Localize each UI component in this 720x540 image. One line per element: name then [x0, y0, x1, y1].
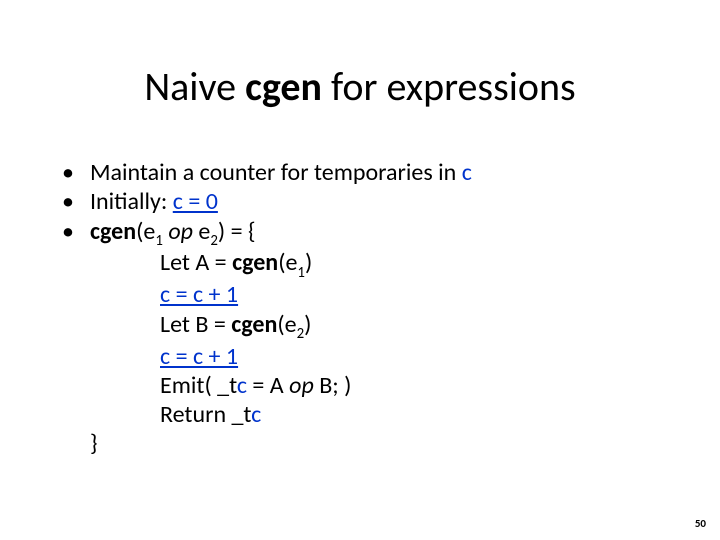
line-let-a: Let A = cgen(e1): [62, 248, 662, 280]
l1-rp: ): [305, 248, 312, 277]
bullet-1: • Maintain a counter for temporaries in …: [62, 158, 662, 187]
l1-s1: 1: [297, 263, 305, 281]
slide: Naive cgen for expressions • Maintain a …: [0, 0, 720, 540]
b3-rp: ) = {: [218, 217, 256, 246]
title-bold: cgen: [245, 62, 322, 111]
b3-sp2: e: [193, 217, 210, 246]
l6-pre: Return _t: [160, 400, 251, 429]
title-pre: Naive: [144, 62, 245, 111]
b3-cgen: cgen: [90, 217, 136, 246]
slide-body: • Maintain a counter for temporaries in …: [62, 158, 662, 459]
line-inc-1: c = c + 1: [62, 280, 662, 309]
l3-pre: Let B =: [160, 310, 231, 339]
l3-s2: 2: [297, 324, 305, 342]
b3-s1: 1: [155, 231, 163, 249]
bullet-dot: •: [62, 187, 74, 216]
b1-pre: Maintain a counter for temporaries in: [90, 158, 462, 187]
l3-cgen: cgen: [231, 310, 277, 339]
l1-pre: Let A =: [160, 248, 232, 277]
bullet-2: • Initially: c = 0: [62, 187, 662, 216]
l5-pre: Emit( _t: [160, 371, 237, 400]
b3-s2: 2: [210, 231, 218, 249]
l3-lp: (e: [277, 310, 296, 339]
bullet-3: • cgen(e1 op e2) = {: [62, 217, 662, 249]
l5-post: B; ): [314, 371, 352, 400]
l5-mid: = A: [247, 371, 289, 400]
l1-cgen: cgen: [232, 248, 278, 277]
l5-op: op: [289, 371, 314, 400]
b1-c: c: [462, 158, 472, 187]
bullet-dot: •: [62, 217, 74, 246]
l3-rp: ): [304, 310, 311, 339]
b3-op: op: [168, 217, 193, 246]
b2-eq: c = 0: [173, 187, 218, 216]
l6-c: c: [251, 400, 261, 429]
l2-txt: c = c + 1: [160, 280, 238, 309]
l4-txt: c = c + 1: [160, 342, 238, 371]
b3-lp: (e: [136, 217, 155, 246]
line-return: Return _tc: [62, 400, 662, 429]
line-inc-2: c = c + 1: [62, 342, 662, 371]
line-emit: Emit( _tc = A op B; ): [62, 371, 662, 400]
slide-title: Naive cgen for expressions: [0, 62, 720, 111]
title-post: for expressions: [322, 62, 576, 111]
l1-lp: (e: [278, 248, 297, 277]
b2-pre: Initially:: [90, 187, 173, 216]
close: }: [90, 429, 98, 458]
page-number: 50: [695, 517, 706, 530]
bullet-dot: •: [62, 158, 74, 187]
line-close-brace: }: [62, 429, 662, 458]
line-let-b: Let B = cgen(e2): [62, 310, 662, 342]
l5-c: c: [237, 371, 247, 400]
